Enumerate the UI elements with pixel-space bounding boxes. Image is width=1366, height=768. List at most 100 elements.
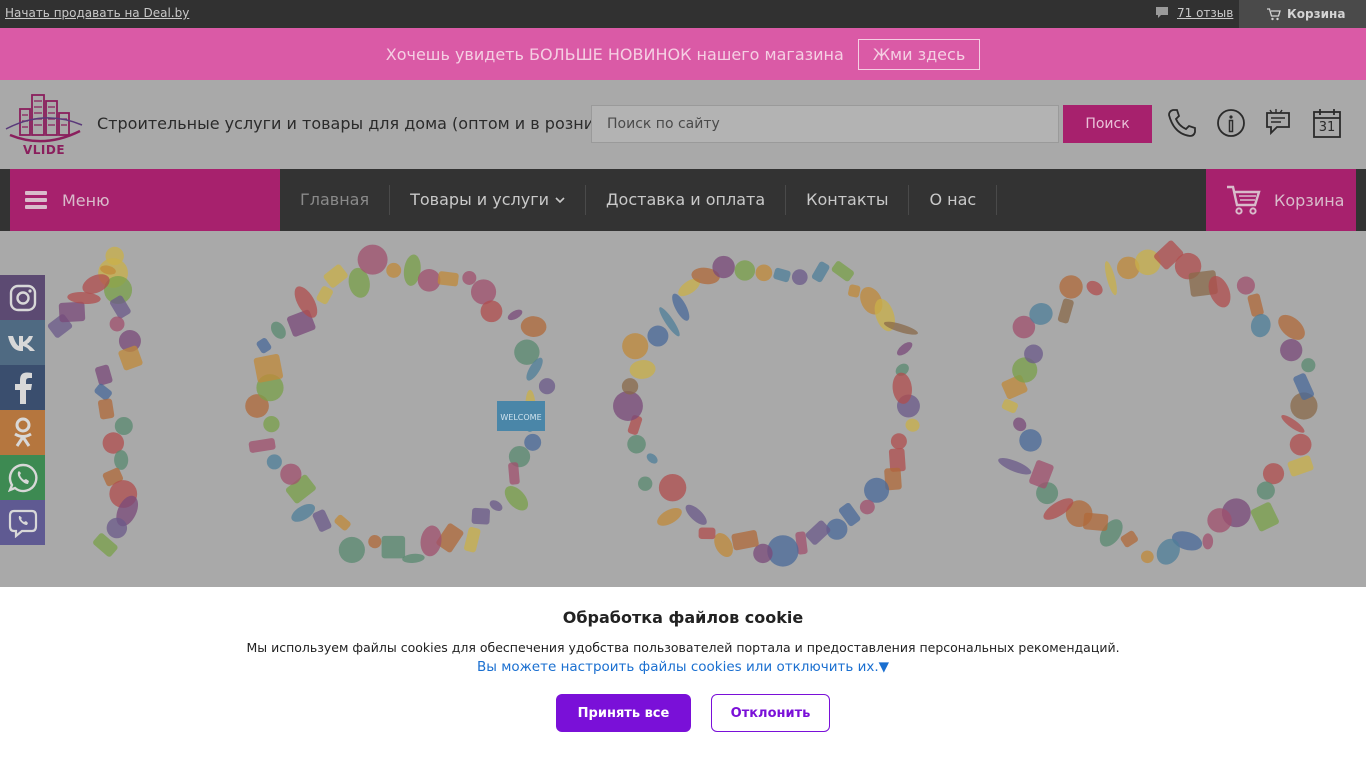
promo-button[interactable]: Жми здесь — [857, 38, 981, 70]
collage-item — [266, 454, 282, 470]
collage-item — [417, 268, 441, 292]
info-icon[interactable] — [1215, 107, 1247, 139]
collage-item — [316, 286, 333, 305]
collage-item — [291, 503, 316, 522]
calendar-day: 31 — [1318, 120, 1336, 135]
nav-item-about[interactable]: О нас — [909, 185, 998, 215]
collage-item — [58, 301, 86, 323]
social-bar — [0, 275, 45, 545]
collage-item — [1057, 298, 1074, 324]
collage-item — [698, 527, 716, 540]
collage-item — [755, 264, 773, 282]
site-title: Строительные услуги и товары для дома (о… — [97, 114, 621, 133]
search-button[interactable]: Поиск — [1063, 105, 1152, 143]
collage-item — [998, 458, 1032, 475]
collage-item — [334, 514, 351, 531]
nav-cart-label: Корзина — [1274, 190, 1345, 210]
collage-item — [1280, 338, 1303, 362]
collage-item — [658, 473, 687, 502]
collage-item — [1250, 313, 1271, 338]
collage-item — [118, 345, 143, 371]
collage-item — [1250, 502, 1279, 532]
collage-item — [280, 463, 302, 485]
collage-item — [1207, 508, 1232, 533]
collage-item — [1256, 481, 1275, 500]
facebook-button[interactable] — [0, 365, 45, 410]
nav-item-products-label: Товары и услуги — [410, 190, 550, 209]
collage-item — [507, 309, 523, 321]
collage-item — [1301, 358, 1316, 373]
menu-label: Меню — [62, 190, 110, 210]
cookie-settings-link[interactable]: Вы можете настроить файлы cookies или от… — [0, 659, 1366, 675]
nav-item-home[interactable]: Главная — [280, 185, 391, 215]
whatsapp-button[interactable] — [0, 455, 45, 500]
main-nav: Меню Главная Товары и услуги Доставка и … — [0, 169, 1366, 231]
collage-item — [480, 300, 503, 323]
collage-item — [1024, 344, 1043, 364]
collage-item — [256, 338, 272, 354]
whatsapp-icon — [7, 463, 37, 492]
top-cart-button[interactable]: Корзина — [1239, 0, 1366, 28]
search-input[interactable] — [591, 105, 1059, 143]
nav-item-contacts[interactable]: Контакты — [786, 185, 910, 215]
collage-item — [685, 504, 707, 525]
collage-item — [1086, 280, 1103, 296]
nav-item-about-label: О нас — [929, 190, 977, 209]
collage-item — [471, 507, 491, 525]
nav-item-delivery[interactable]: Доставка и оплата — [586, 185, 787, 215]
site-logo[interactable]: VLIDE — [4, 89, 84, 159]
chat-icon[interactable] — [1263, 107, 1295, 139]
decline-button[interactable]: Отклонить — [711, 694, 830, 732]
third-zero-items — [998, 240, 1318, 565]
collage-item — [890, 433, 907, 450]
welcome-mat-text: WELCOME — [500, 413, 541, 422]
instagram-icon — [9, 284, 36, 311]
reviews-count[interactable]: 71 отзыв — [1177, 6, 1233, 20]
collage-item — [386, 262, 402, 278]
nav-items: Главная Товары и услуги Доставка и оплат… — [280, 169, 998, 231]
second-zero-items — [613, 255, 920, 567]
reviews-link[interactable]: 71 отзыв — [1155, 6, 1233, 20]
digit-one-items — [47, 246, 143, 557]
collage-item — [381, 535, 406, 559]
collage-item — [629, 360, 656, 379]
calendar-icon[interactable]: 31 — [1311, 107, 1343, 139]
facebook-icon — [14, 372, 32, 404]
nav-item-contacts-label: Контакты — [806, 190, 889, 209]
nav-item-products[interactable]: Товары и услуги — [390, 185, 587, 215]
menu-button[interactable]: Меню — [10, 169, 280, 231]
collage-item — [848, 284, 861, 298]
collage-item — [647, 325, 669, 347]
collage-item — [1059, 275, 1083, 299]
viber-icon — [8, 509, 37, 538]
hamburger-icon — [25, 191, 47, 209]
cookie-panel: Обработка файлов cookie Мы используем фа… — [0, 587, 1366, 768]
comment-icon — [1156, 7, 1168, 18]
collage-item — [1120, 530, 1138, 548]
top-bar: Начать продавать на Deal.by 71 отзыв Кор… — [0, 0, 1366, 28]
nav-cart-button[interactable]: Корзина — [1206, 169, 1356, 231]
collage-item — [621, 378, 639, 395]
hero-banner[interactable]: WELCOME — [0, 231, 1366, 587]
start-selling-link[interactable]: Начать продавать на Deal.by — [5, 6, 189, 20]
collage-item — [1236, 276, 1255, 295]
odnoklassniki-button[interactable] — [0, 410, 45, 455]
collage-item — [905, 418, 920, 432]
site-header: VLIDE Строительные услуги и товары для д… — [0, 80, 1366, 169]
collage-item — [1104, 261, 1117, 296]
collage-item — [95, 364, 113, 386]
collage-item — [538, 378, 556, 395]
phone-icon[interactable] — [1166, 107, 1198, 139]
collage-item — [94, 383, 112, 401]
cookie-title: Обработка файлов cookie — [562, 608, 804, 627]
vk-button[interactable] — [0, 320, 45, 365]
instagram-button[interactable] — [0, 275, 45, 320]
logo-text: VLIDE — [22, 143, 66, 157]
collage-item — [508, 462, 520, 485]
collage-item — [1287, 455, 1314, 477]
accept-all-button[interactable]: Принять все — [556, 694, 691, 732]
collage-item — [831, 261, 854, 282]
viber-button[interactable] — [0, 500, 45, 545]
hero-items-collage: WELCOME — [47, 240, 1318, 567]
promo-text: Хочешь увидеть БОЛЬШЕ НОВИНОК нашего маг… — [385, 44, 844, 64]
